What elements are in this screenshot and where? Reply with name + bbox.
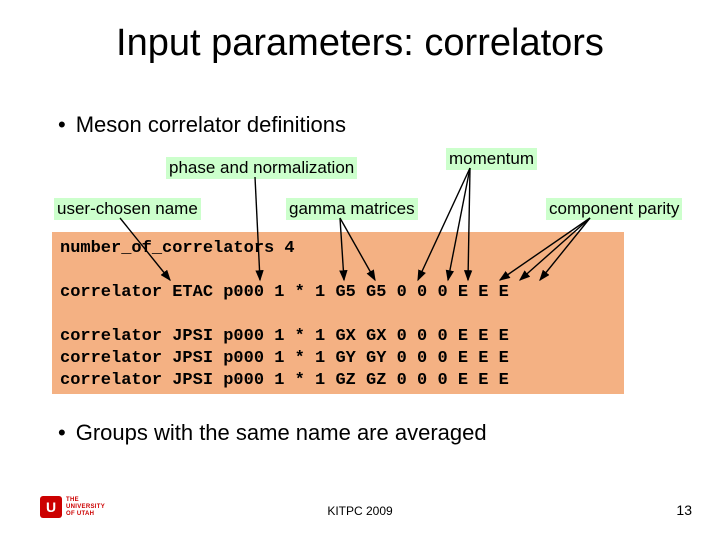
label-phase-normalization: phase and normalization bbox=[166, 157, 357, 179]
footer-page-number: 13 bbox=[676, 502, 692, 518]
label-momentum: momentum bbox=[446, 148, 537, 170]
label-gamma-matrices: gamma matrices bbox=[286, 198, 418, 220]
bullet-groups-averaged: Groups with the same name are averaged bbox=[58, 420, 487, 446]
label-component-parity: component parity bbox=[546, 198, 682, 220]
label-user-chosen-name: user-chosen name bbox=[54, 198, 201, 220]
bullet-meson-definitions: Meson correlator definitions bbox=[58, 112, 346, 138]
slide-title: Input parameters: correlators bbox=[0, 22, 720, 65]
footer-conference: KITPC 2009 bbox=[0, 504, 720, 518]
correlator-code-block: number_of_correlators 4 correlator ETAC … bbox=[52, 232, 624, 394]
